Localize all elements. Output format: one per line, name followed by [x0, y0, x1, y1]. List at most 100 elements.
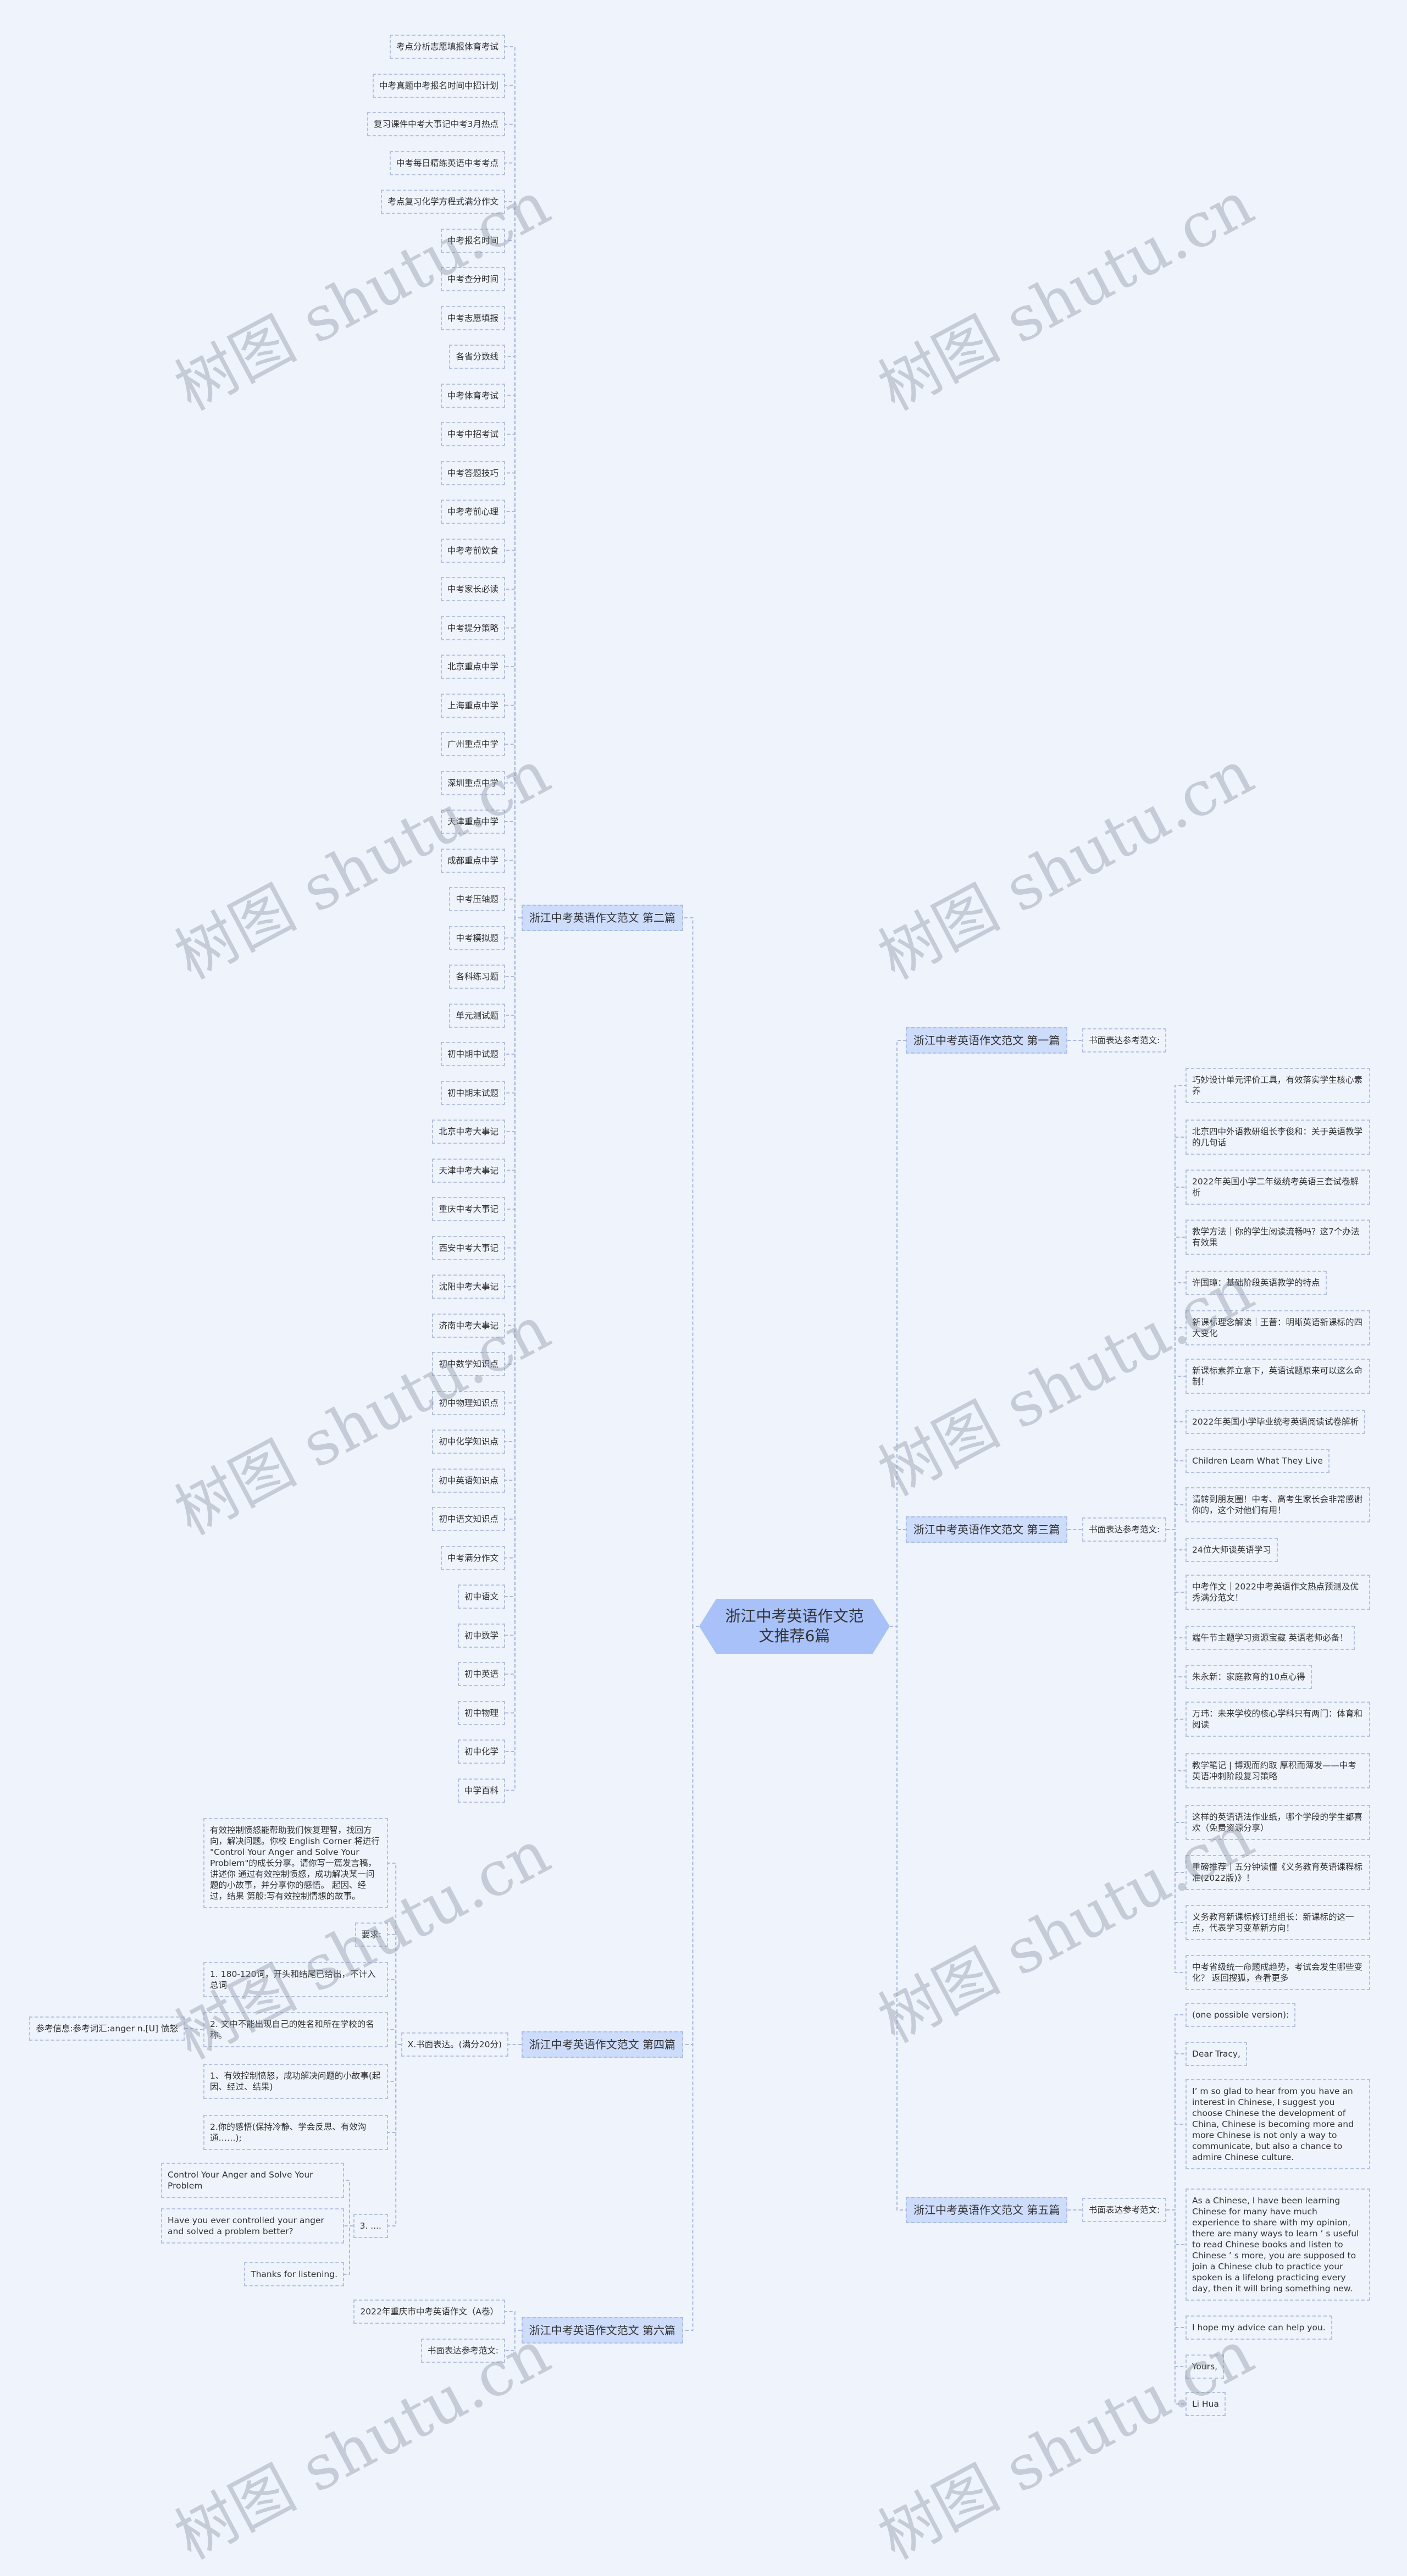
list-item[interactable]: 北京四中外语教研组长李俊和：关于英语教学的几句话: [1186, 1120, 1370, 1155]
list-item[interactable]: 初中物理知识点: [432, 1391, 505, 1415]
connector-line: [1166, 1529, 1186, 1550]
list-item[interactable]: 沈阳中考大事记: [432, 1275, 505, 1299]
list-item[interactable]: 这样的英语语法作业纸，哪个学段的学生都喜欢（免费资源分享）: [1186, 1805, 1370, 1840]
list-item[interactable]: 各省分数线: [449, 345, 505, 369]
list-item[interactable]: 初中英语知识点: [432, 1468, 505, 1493]
list-item[interactable]: 许国璋：基础阶段英语教学的特点: [1186, 1271, 1327, 1295]
list-item[interactable]: 万玮：未来学校的核心学科只有两门：体育和阅读: [1186, 1702, 1370, 1737]
section-4-label[interactable]: X.书面表达。(满分20分): [401, 2032, 508, 2057]
list-item[interactable]: 中考作文｜2022中考英语作文热点预测及优秀满分范文！: [1186, 1575, 1370, 1610]
list-item[interactable]: 中考报名时间: [440, 228, 505, 253]
sample-greeting[interactable]: Dear Tracy,: [1186, 2042, 1247, 2066]
section-2-node[interactable]: 浙江中考英语作文范文 第二篇: [521, 905, 683, 931]
list-item[interactable]: 上海重点中学: [440, 693, 505, 718]
section-5-node[interactable]: 浙江中考英语作文范文 第五篇: [906, 2197, 1068, 2223]
list-item[interactable]: 各科练习题: [449, 965, 505, 989]
sample-paragraph-1[interactable]: I’ m so glad to hear from you have an in…: [1186, 2079, 1370, 2169]
list-item[interactable]: 天津中考大事记: [432, 1158, 505, 1183]
list-item[interactable]: 新课标素养立意下，英语试题原来可以这么命制！: [1186, 1359, 1370, 1394]
list-item[interactable]: 初中语文: [457, 1585, 505, 1609]
speech-title[interactable]: Control Your Anger and Solve Your Proble…: [161, 2163, 344, 2198]
sample-paragraph-2[interactable]: As a Chinese, I have been learning Chine…: [1186, 2189, 1370, 2301]
list-item[interactable]: 初中数学知识点: [432, 1352, 505, 1376]
list-item[interactable]: 2022年英国小学毕业统考英语阅读试卷解析: [1186, 1410, 1365, 1434]
section-3-label[interactable]: 书面表达参考范文:: [1082, 1517, 1167, 1542]
list-item[interactable]: 请转到朋友圈！中考、高考生家长会非常感谢你的，这个对他们有用！: [1186, 1487, 1370, 1522]
reference-vocabulary[interactable]: 参考信息:参考词汇:anger n.[U] 愤怒: [29, 2017, 185, 2041]
section-6-item[interactable]: 书面表达参考范文:: [420, 2339, 505, 2363]
list-item[interactable]: 北京重点中学: [440, 655, 505, 679]
list-item[interactable]: 初中化学: [457, 1740, 505, 1764]
list-item[interactable]: 中考满分作文: [440, 1545, 505, 1570]
speech-opening[interactable]: Have you ever controlled your anger and …: [161, 2208, 344, 2243]
list-item[interactable]: 成都重点中学: [440, 848, 505, 873]
list-item[interactable]: 中考每日精练英语中考考点: [389, 151, 505, 175]
list-item[interactable]: 初中数学: [457, 1623, 505, 1648]
list-item[interactable]: 中考压轴题: [449, 887, 505, 911]
section-6-node[interactable]: 浙江中考英语作文范文 第六篇: [521, 2317, 683, 2344]
list-item[interactable]: Children Learn What They Live: [1186, 1449, 1330, 1473]
list-item[interactable]: 西安中考大事记: [432, 1236, 505, 1260]
list-item[interactable]: 中考中招考试: [440, 422, 505, 446]
list-item[interactable]: 天津重点中学: [440, 810, 505, 834]
section-6-item[interactable]: 2022年重庆市中考英语作文（A卷）: [353, 2300, 505, 2324]
section-5-label[interactable]: 书面表达参考范文:: [1082, 2198, 1167, 2222]
list-item[interactable]: 中学百科: [457, 1778, 505, 1803]
sample-line[interactable]: (one possible version):: [1186, 2003, 1296, 2027]
list-item[interactable]: 初中语文知识点: [432, 1507, 505, 1531]
section-4-node[interactable]: 浙江中考英语作文范文 第四篇: [521, 2031, 683, 2058]
requirement-label[interactable]: 要求:: [354, 1923, 388, 1947]
list-item[interactable]: 中考答题技巧: [440, 461, 505, 485]
list-item[interactable]: 单元测试题: [449, 1003, 505, 1028]
list-item[interactable]: 重磅推荐｜五分钟读懂《义务教育英语课程标准(2022版)》！: [1186, 1855, 1370, 1890]
list-item[interactable]: 考点复习化学方程式满分作文: [381, 190, 505, 214]
list-item[interactable]: 初中期末试题: [440, 1081, 505, 1105]
speech-closing[interactable]: Thanks for listening.: [244, 2262, 344, 2286]
list-item[interactable]: 初中期中试题: [440, 1042, 505, 1066]
connector-line: [1166, 2014, 1186, 2211]
writing-prompt[interactable]: 有效控制愤怒能帮助我们恢复理智，找回方向，解决问题。你校 English Cor…: [203, 1818, 388, 1908]
content-point-1[interactable]: 1、有效控制愤怒，成功解决问题的小故事(起因、经过、结果): [203, 2064, 388, 2099]
list-item[interactable]: 义务教育新课标修订组组长：新课标的这一点，代表学习变革新方向！: [1186, 1905, 1370, 1940]
list-item[interactable]: 深圳重点中学: [440, 771, 505, 795]
list-item[interactable]: 北京中考大事记: [432, 1120, 505, 1144]
list-item[interactable]: 初中化学知识点: [432, 1430, 505, 1454]
list-item[interactable]: 中考考前饮食: [440, 538, 505, 563]
section-1-label[interactable]: 书面表达参考范文:: [1082, 1028, 1167, 1052]
list-item[interactable]: 朱永新：家庭教育的10点心得: [1186, 1665, 1312, 1689]
list-item[interactable]: 广州重点中学: [440, 732, 505, 756]
list-item[interactable]: 复习课件中考大事记中考3月热点: [367, 112, 505, 136]
section-3-node[interactable]: 浙江中考英语作文范文 第三篇: [906, 1516, 1068, 1543]
list-item[interactable]: 教学方法｜你的学生阅读流畅吗？这7个办法有效果: [1186, 1220, 1370, 1255]
watermark: 树图 shutu.cn: [867, 736, 1265, 994]
list-item[interactable]: 中考体育考试: [440, 383, 505, 408]
list-item[interactable]: 重庆中考大事记: [432, 1197, 505, 1221]
list-item[interactable]: 中考提分策略: [440, 616, 505, 640]
list-item[interactable]: 新课标理念解读｜王蔷：明晰英语新课标的四大变化: [1186, 1310, 1370, 1345]
requirement-1[interactable]: 1. 180-120词，开头和结尾已给出，不计入总词: [203, 1962, 388, 1997]
list-item[interactable]: 中考查分时间: [440, 267, 505, 291]
list-item[interactable]: 中考模拟题: [449, 926, 505, 950]
list-item[interactable]: 中考家长必读: [440, 577, 505, 601]
list-item[interactable]: 考点分析志愿填报体育考试: [389, 35, 505, 59]
list-item[interactable]: 24位大师谈英语学习: [1186, 1538, 1278, 1562]
list-item[interactable]: 中考考前心理: [440, 500, 505, 524]
list-item[interactable]: 端午节主题学习资源宝藏 英语老师必备！: [1186, 1626, 1355, 1650]
content-point-2[interactable]: 2.你的感悟(保持冷静、学会反思、有效沟通……);: [203, 2115, 388, 2150]
list-item[interactable]: 巧妙设计单元评价工具，有效落实学生核心素养: [1186, 1068, 1370, 1103]
list-item[interactable]: 中考真题中考报名时间中招计划: [372, 73, 505, 98]
list-item[interactable]: 中考省级统一命题成趋势，考试会发生哪些变化？ 返回搜狐，查看更多: [1186, 1955, 1370, 1990]
content-point-3[interactable]: 3. ....: [353, 2214, 388, 2238]
list-item[interactable]: 初中物理: [457, 1700, 505, 1725]
list-item[interactable]: 2022年英国小学二年级统考英语三套试卷解析: [1186, 1170, 1370, 1205]
sample-signoff[interactable]: Yours,: [1186, 2355, 1225, 2379]
list-item[interactable]: 济南中考大事记: [432, 1313, 505, 1338]
sample-signature[interactable]: Li Hua: [1186, 2392, 1226, 2416]
root-topic[interactable]: 浙江中考英语作文范文推荐6篇: [699, 1599, 890, 1654]
sample-closing-line[interactable]: I hope my advice can help you.: [1186, 2315, 1332, 2340]
list-item[interactable]: 初中英语: [457, 1662, 505, 1686]
list-item[interactable]: 教学笔记 | 博观而约取 厚积而薄发——中考英语冲刺阶段复习策略: [1186, 1753, 1370, 1788]
requirement-2[interactable]: 2. 文中不能出现自己的姓名和所在学校的名称。: [203, 2012, 388, 2047]
section-1-node[interactable]: 浙江中考英语作文范文 第一篇: [906, 1027, 1068, 1054]
list-item[interactable]: 中考志愿填报: [440, 306, 505, 330]
